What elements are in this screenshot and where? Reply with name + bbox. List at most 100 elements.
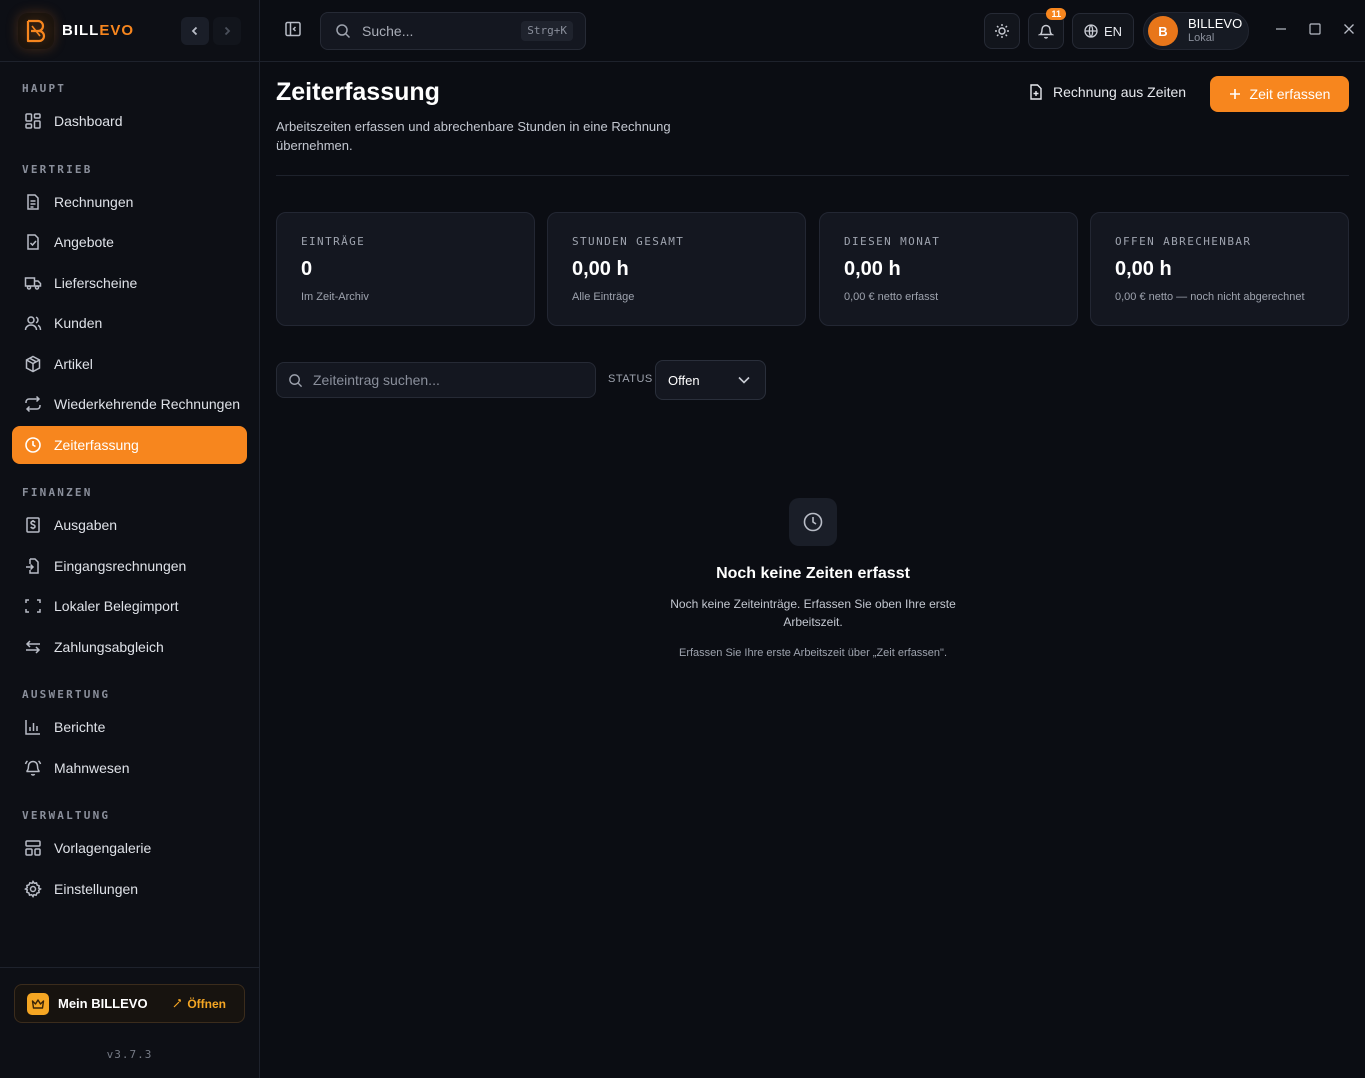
chevron-right-icon xyxy=(224,26,231,36)
app-version: v3.7.3 xyxy=(106,1048,153,1061)
stat-value: 0,00 h xyxy=(844,258,901,280)
brand-name-part1: BILL xyxy=(62,22,100,39)
clock-icon xyxy=(24,436,42,454)
status-select-value: Offen xyxy=(668,372,700,388)
section-title-verwaltung: VERWALTUNG xyxy=(22,809,111,822)
back-button[interactable] xyxy=(181,17,209,45)
empty-state-hint: Erfassen Sie Ihre erste Arbeitszeit über… xyxy=(678,647,948,659)
swap-icon xyxy=(24,638,42,656)
open-button[interactable]: Öffnen xyxy=(172,997,226,1011)
bell-icon xyxy=(24,759,42,777)
brand-header: BILLEVO xyxy=(0,0,259,62)
sidebar-item-label: Rechnungen xyxy=(54,194,134,210)
gear-icon xyxy=(24,880,42,898)
close-button[interactable] xyxy=(1343,22,1355,38)
sidebar-item-kunden[interactable]: Kunden xyxy=(12,304,247,342)
sidebar-item-label: Angebote xyxy=(54,234,114,250)
search-shortcut: Strg+K xyxy=(521,21,573,41)
mein-billevo-label: Mein BILLEVO xyxy=(58,996,148,1011)
language-button[interactable]: EN xyxy=(1072,13,1134,49)
open-label: Öffnen xyxy=(187,996,226,1011)
document-check-icon xyxy=(24,233,42,251)
stat-value: 0,00 h xyxy=(1115,258,1172,280)
search-placeholder: Suche... xyxy=(362,23,414,39)
sidebar-item-rechnungen[interactable]: Rechnungen xyxy=(12,183,247,221)
stat-sub: Alle Einträge xyxy=(572,291,635,303)
time-entry-search-input[interactable]: Zeiteintrag suchen... xyxy=(276,362,596,398)
billevo-logo-icon[interactable] xyxy=(18,12,54,49)
repeat-icon xyxy=(24,395,42,413)
document-plus-icon xyxy=(1030,84,1042,100)
avatar: B xyxy=(1148,16,1178,46)
minimize-button[interactable] xyxy=(1275,22,1287,38)
brand-name-part2: EVO xyxy=(99,22,135,39)
sidebar-item-label: Dashboard xyxy=(54,113,123,129)
section-title-auswertung: AUSWERTUNG xyxy=(22,688,111,701)
maximize-button[interactable] xyxy=(1309,22,1321,38)
bell-icon xyxy=(1038,24,1054,39)
mein-billevo-card[interactable]: Mein BILLEVO Öffnen xyxy=(14,984,245,1023)
sidebar-item-vorlagengalerie[interactable]: Vorlagengalerie xyxy=(12,829,247,867)
sidebar-item-angebote[interactable]: Angebote xyxy=(12,223,247,261)
add-time-button[interactable]: Zeit erfassen xyxy=(1210,76,1349,112)
panel-left-icon xyxy=(285,21,301,37)
document-icon xyxy=(24,193,42,211)
empty-state-clock-icon xyxy=(789,498,837,546)
dashboard-icon xyxy=(24,112,42,130)
sidebar-footer: Mein BILLEVO Öffnen v3.7.3 xyxy=(0,967,259,1078)
section-title-finanzen: FINANZEN xyxy=(22,486,93,499)
sidebar-item-einstellungen[interactable]: Einstellungen xyxy=(12,870,247,908)
stat-label: STUNDEN GESAMT xyxy=(572,235,685,248)
stat-label: OFFEN ABRECHENBAR xyxy=(1115,235,1252,248)
status-select[interactable]: Offen xyxy=(655,360,766,400)
page-subtitle: Arbeitszeiten erfassen und abrechenbare … xyxy=(276,119,671,153)
sidebar-item-lieferscheine[interactable]: Lieferscheine xyxy=(12,264,247,302)
sidebar-item-label: Wiederkehrende Rechnungen xyxy=(54,396,241,412)
user-menu-button[interactable]: B BILLEVO Lokal xyxy=(1143,12,1249,50)
crown-icon xyxy=(27,992,49,1015)
sidebar-item-berichte[interactable]: Berichte xyxy=(12,708,247,746)
stat-label: EINTRÄGE xyxy=(301,235,366,248)
sidebar-item-label: Zahlungsabgleich xyxy=(54,639,164,655)
sidebar-item-artikel[interactable]: Artikel xyxy=(12,345,247,383)
add-time-label: Zeit erfassen xyxy=(1249,86,1331,102)
sidebar-item-label: Mahnwesen xyxy=(54,760,130,776)
sun-icon xyxy=(995,24,1009,38)
language-label: EN xyxy=(1103,23,1123,39)
sidebar-item-wiederkehrende-rechnungen[interactable]: Wiederkehrende Rechnungen xyxy=(12,385,247,423)
sidebar-item-mahnwesen[interactable]: Mahnwesen xyxy=(12,749,247,787)
plus-icon xyxy=(1229,89,1240,99)
import-icon xyxy=(24,557,42,575)
search-icon xyxy=(289,373,303,387)
empty-state-title: Noch keine Zeiten erfasst xyxy=(716,565,910,582)
global-search-input[interactable]: Suche... Strg+K xyxy=(320,12,586,50)
dollar-icon xyxy=(24,516,42,534)
theme-toggle-button[interactable] xyxy=(984,13,1020,49)
section-title-vertrieb: VERTRIEB xyxy=(22,163,93,176)
sidebar-toggle-button[interactable] xyxy=(284,20,302,41)
notifications-button[interactable]: 11 xyxy=(1028,8,1066,49)
sidebar-item-ausgaben[interactable]: Ausgaben xyxy=(12,506,247,544)
user-name: BILLEVO xyxy=(1188,16,1243,32)
sidebar-item-label: Lieferscheine xyxy=(54,275,138,291)
scan-icon xyxy=(24,597,42,615)
sidebar-item-zeiterfassung[interactable]: Zeiterfassung xyxy=(12,426,247,464)
box-icon xyxy=(24,355,42,373)
layout-icon xyxy=(24,839,42,857)
sidebar-item-dashboard[interactable]: Dashboard xyxy=(12,102,247,140)
stat-card-open-billable: OFFEN ABRECHENBAR 0,00 h 0,00 € netto — … xyxy=(1090,212,1349,326)
sidebar-item-zahlungsabgleich[interactable]: Zahlungsabgleich xyxy=(12,628,247,666)
user-sub: Lokal xyxy=(1188,32,1215,45)
stat-value: 0 xyxy=(301,258,313,280)
truck-icon xyxy=(24,274,42,292)
page-title: Zeiterfassung xyxy=(276,78,440,106)
invoice-from-times-button[interactable]: Rechnung aus Zeiten xyxy=(1029,84,1186,100)
forward-button[interactable] xyxy=(213,17,241,45)
sidebar-item-label: Lokaler Belegimport xyxy=(54,598,179,614)
sidebar-item-lokaler-belegimport[interactable]: Lokaler Belegimport xyxy=(12,587,247,625)
sidebar-item-label: Vorlagengalerie xyxy=(54,840,152,856)
history-nav xyxy=(181,17,241,45)
stat-card-this-month: DIESEN MONAT 0,00 h 0,00 € netto erfasst xyxy=(819,212,1078,326)
sidebar-item-eingangsrechnungen[interactable]: Eingangsrechnungen xyxy=(12,547,247,585)
sidebar-item-label: Artikel xyxy=(54,356,93,372)
